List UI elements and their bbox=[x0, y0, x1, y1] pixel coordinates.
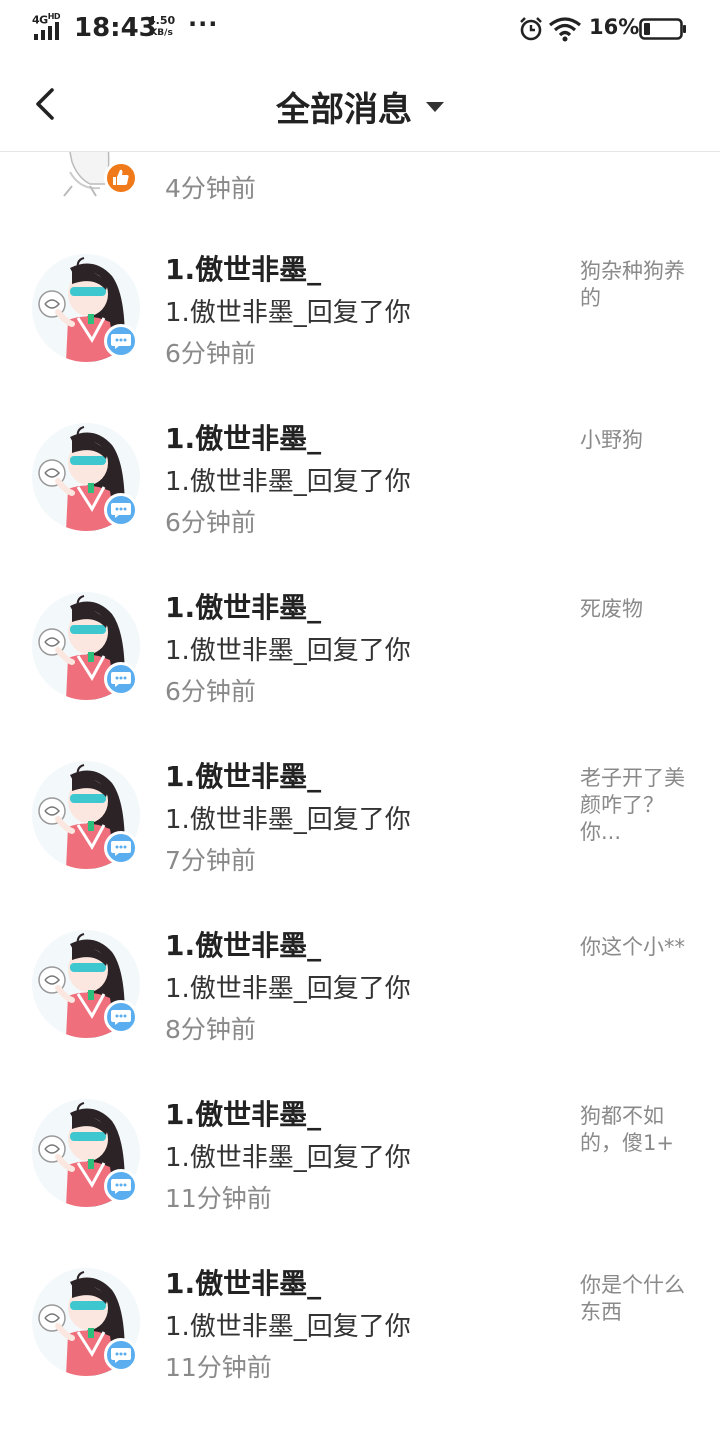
comment-bubble-icon bbox=[111, 1348, 131, 1363]
comment-badge bbox=[104, 1338, 138, 1372]
message-action: 1.傲世非墨_回复了你 bbox=[165, 1312, 411, 1342]
message-time: 8分钟前 bbox=[165, 1015, 256, 1044]
list-item[interactable]: 1.傲世非墨_ 1.傲世非墨_回复了你 11分钟前 狗都不如的，傻1+ bbox=[0, 1075, 720, 1244]
comment-preview[interactable]: 小野狗 bbox=[580, 427, 686, 454]
comment-badge bbox=[104, 324, 138, 358]
comment-badge bbox=[104, 662, 138, 696]
message-filter-dropdown[interactable]: 全部消息 bbox=[0, 82, 720, 131]
comment-bubble-icon bbox=[111, 334, 131, 349]
list-item[interactable]: 1.傲世非墨_ 1.傲世非墨_回复了你 6分钟前 小野狗 bbox=[0, 399, 720, 568]
caret-down-icon bbox=[426, 101, 444, 112]
sender-name[interactable]: 1.傲世非墨_ bbox=[165, 1262, 321, 1302]
clock: 18:43 bbox=[74, 13, 157, 43]
message-time: 11分钟前 bbox=[165, 1353, 272, 1382]
alarm-icon bbox=[520, 17, 542, 41]
message-time: 6分钟前 bbox=[165, 677, 256, 706]
comment-badge bbox=[104, 493, 138, 527]
list-item-partial[interactable]: 4分钟前 bbox=[0, 152, 720, 212]
message-action: 1.傲世非墨_回复了你 bbox=[165, 1143, 411, 1173]
message-action: 1.傲世非墨_回复了你 bbox=[165, 805, 411, 835]
message-time: 4分钟前 bbox=[165, 174, 256, 203]
sender-name[interactable]: 1.傲世非墨_ bbox=[165, 586, 321, 626]
message-time: 6分钟前 bbox=[165, 339, 256, 368]
comment-preview[interactable]: 狗杂种狗养的 bbox=[580, 258, 686, 312]
comment-bubble-icon bbox=[111, 672, 131, 687]
message-action: 1.傲世非墨_回复了你 bbox=[165, 974, 411, 1004]
message-action: 1.傲世非墨_回复了你 bbox=[165, 298, 411, 328]
comment-badge bbox=[104, 1000, 138, 1034]
header-bar: 全部消息 bbox=[0, 56, 720, 152]
list-item[interactable]: 1.傲世非墨_ 1.傲世非墨_回复了你 7分钟前 老子开了美颜咋了？你... bbox=[0, 737, 720, 906]
sender-name[interactable]: 1.傲世非墨_ bbox=[165, 924, 321, 964]
comment-bubble-icon bbox=[111, 841, 131, 856]
comment-bubble-icon bbox=[111, 1010, 131, 1025]
list-item[interactable]: 1.傲世非墨_ 1.傲世非墨_回复了你 8分钟前 你这个小** bbox=[0, 906, 720, 1075]
message-list[interactable]: 4分钟前 1.傲世非墨_ 1.傲世非墨_回复了你 6分钟前 狗杂种狗养的 1.傲… bbox=[0, 152, 720, 1436]
comment-bubble-icon bbox=[111, 1179, 131, 1194]
page-title: 全部消息 bbox=[276, 90, 412, 130]
more-notifications-icon: ··· bbox=[188, 10, 219, 38]
status-bar: 4GHD 18:43 4.50 KB/s ··· 16% bbox=[0, 0, 720, 56]
message-time: 11分钟前 bbox=[165, 1184, 272, 1213]
message-time: 6分钟前 bbox=[165, 508, 256, 537]
comment-badge bbox=[104, 831, 138, 865]
list-item[interactable]: 1.傲世非墨_ 1.傲世非墨_回复了你 6分钟前 狗杂种狗养的 bbox=[0, 230, 720, 399]
comment-preview[interactable]: 狗都不如的，傻1+ bbox=[580, 1103, 686, 1157]
thumbs-up-icon bbox=[113, 169, 129, 185]
sender-name[interactable]: 1.傲世非墨_ bbox=[165, 1093, 321, 1133]
comment-bubble-icon bbox=[111, 503, 131, 518]
comment-preview[interactable]: 你是个什么东西 bbox=[580, 1272, 686, 1326]
message-action: 1.傲世非墨_回复了你 bbox=[165, 636, 411, 666]
comment-preview[interactable]: 你这个小** bbox=[580, 934, 686, 961]
wifi-icon bbox=[549, 17, 581, 42]
sender-name[interactable]: 1.傲世非墨_ bbox=[165, 417, 321, 457]
comment-preview[interactable]: 老子开了美颜咋了？你... bbox=[580, 765, 686, 846]
network-type: 4GHD bbox=[32, 12, 61, 27]
sender-name[interactable]: 1.傲世非墨_ bbox=[165, 248, 321, 288]
message-action: 1.傲世非墨_回复了你 bbox=[165, 467, 411, 497]
list-item[interactable]: 1.傲世非墨_ 1.傲世非墨_回复了你 11分钟前 你是个什么东西 bbox=[0, 1244, 720, 1413]
comment-badge bbox=[104, 1169, 138, 1203]
message-time: 7分钟前 bbox=[165, 846, 256, 875]
sender-name[interactable]: 1.傲世非墨_ bbox=[165, 755, 321, 795]
like-badge bbox=[104, 161, 138, 195]
comment-preview[interactable]: 死废物 bbox=[580, 596, 686, 623]
network-speed: 4.50 KB/s bbox=[148, 14, 176, 39]
battery-icon bbox=[639, 18, 686, 40]
list-item[interactable]: 1.傲世非墨_ 1.傲世非墨_回复了你 6分钟前 死废物 bbox=[0, 568, 720, 737]
battery-percent: 16% bbox=[589, 15, 640, 39]
